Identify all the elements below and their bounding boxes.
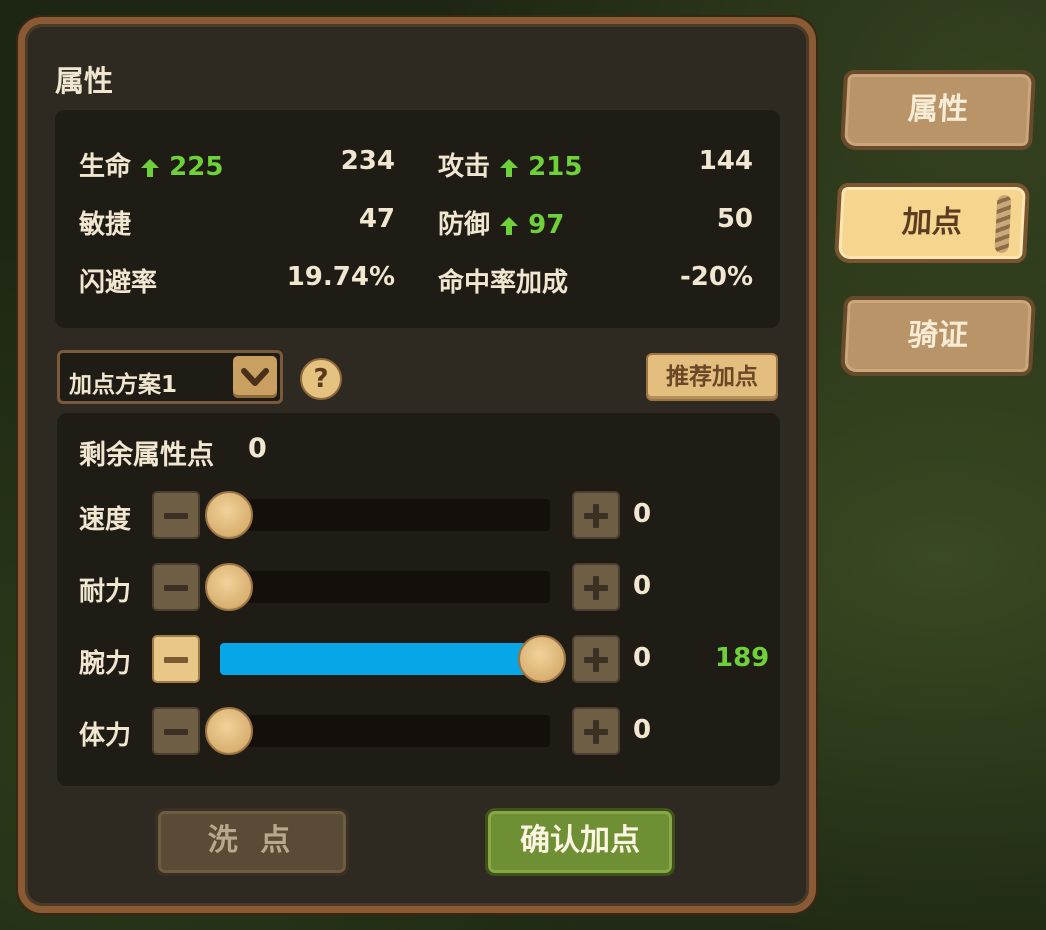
slider-label-strength: 腕力 [79, 649, 132, 679]
scheme-dropdown[interactable]: 加点方案1 [57, 350, 283, 404]
arrow-up-icon [500, 216, 519, 235]
plus-button[interactable] [572, 635, 620, 683]
slider-projected-value: 189 [715, 643, 770, 673]
tab-mount-license[interactable]: 骑证 [839, 296, 1037, 376]
stat-bonus: 225 [169, 152, 224, 182]
minus-button[interactable] [152, 491, 200, 539]
stat-value: 19.74% [286, 262, 395, 292]
tab-label: 骑证 [907, 318, 969, 353]
stat-attack: 攻击 215 [438, 146, 582, 183]
minus-button[interactable] [152, 563, 200, 611]
tab-attributes[interactable]: 属性 [839, 70, 1037, 150]
slider-knob-strength[interactable] [518, 635, 566, 683]
slider-knob-endurance[interactable] [205, 563, 253, 611]
remaining-points-value: 0 [248, 433, 267, 464]
stat-value: -20% [679, 262, 753, 292]
slider-value: 0 [633, 643, 652, 673]
arrow-up-icon [500, 158, 519, 177]
rope-decoration [994, 195, 1012, 253]
slider-value: 0 [633, 571, 652, 601]
plus-button[interactable] [572, 707, 620, 755]
slider-label-speed: 速度 [79, 505, 132, 535]
recommend-points-button[interactable]: 推荐加点 [646, 353, 778, 401]
slider-knob-speed[interactable] [205, 491, 253, 539]
slider-track-speed[interactable] [220, 499, 550, 531]
slider-track-endurance[interactable] [220, 571, 550, 603]
slider-track-strength[interactable] [220, 643, 550, 675]
stat-bonus: 97 [528, 210, 565, 240]
stat-label: 命中率加成 [438, 268, 569, 298]
slider-fill [220, 643, 550, 675]
stat-bonus: 215 [528, 152, 583, 182]
slider-value: 0 [633, 715, 652, 745]
remaining-points-label: 剩余属性点 [79, 440, 214, 471]
help-icon[interactable]: ? [300, 358, 342, 400]
stat-dodge: 闪避率 [79, 262, 157, 299]
slider-value: 0 [633, 499, 652, 529]
stat-label: 生命 [79, 152, 132, 182]
stat-value: 50 [716, 204, 753, 234]
stat-hp: 生命 225 [79, 146, 223, 183]
stat-value: 144 [698, 146, 753, 176]
stat-agility: 敏捷 [79, 204, 131, 241]
reset-points-button[interactable]: 洗 点 [155, 808, 349, 876]
tab-label: 加点 [901, 205, 963, 240]
stat-value: 47 [358, 204, 395, 234]
panel-title: 属性 [55, 64, 114, 98]
stat-defense: 防御 97 [438, 204, 564, 241]
confirm-points-button[interactable]: 确认加点 [485, 808, 675, 876]
scheme-selected-label: 加点方案1 [69, 372, 178, 398]
slider-knob-vitality[interactable] [205, 707, 253, 755]
stat-hit-bonus: 命中率加成 [438, 262, 568, 299]
minus-button[interactable] [152, 635, 200, 683]
slider-track-vitality[interactable] [220, 715, 550, 747]
stat-label: 攻击 [438, 152, 491, 182]
slider-label-vitality: 体力 [79, 721, 132, 751]
tab-add-points[interactable]: 加点 [833, 183, 1031, 263]
slider-label-endurance: 耐力 [79, 577, 132, 607]
plus-button[interactable] [572, 491, 620, 539]
plus-button[interactable] [572, 563, 620, 611]
stat-label: 闪避率 [79, 268, 158, 298]
minus-button[interactable] [152, 707, 200, 755]
arrow-up-icon [141, 158, 160, 177]
chevron-down-icon[interactable] [233, 356, 277, 398]
stat-label: 敏捷 [79, 210, 132, 240]
tab-label: 属性 [907, 92, 969, 127]
stat-label: 防御 [438, 210, 491, 240]
stat-value: 234 [340, 146, 395, 176]
